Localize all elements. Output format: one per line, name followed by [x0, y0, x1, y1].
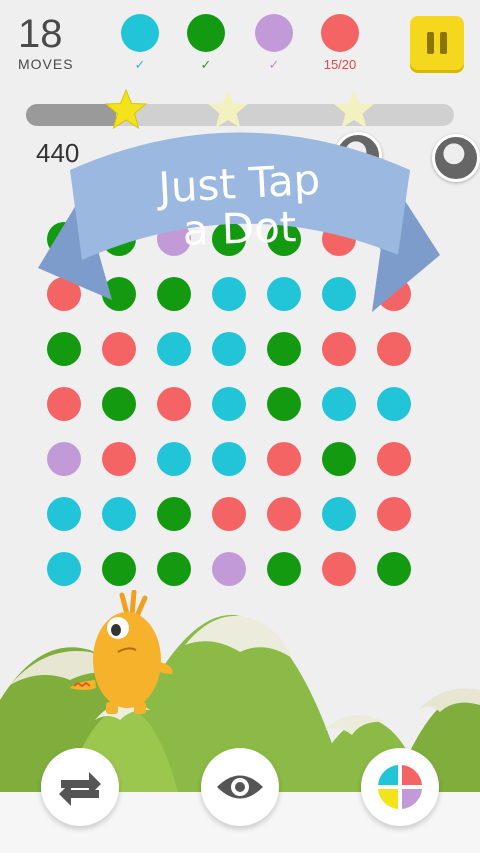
goal-status-purple: ✓ — [268, 57, 280, 72]
dot-green[interactable] — [157, 552, 191, 586]
goal-dot-red — [321, 14, 359, 52]
dot-green[interactable] — [102, 387, 136, 421]
dot-cyan[interactable] — [322, 497, 356, 531]
goal-status-red: 15/20 — [323, 57, 357, 72]
dot-red[interactable] — [267, 497, 301, 531]
dot-cyan[interactable] — [47, 497, 81, 531]
dot-red[interactable] — [102, 442, 136, 476]
shuffle-button[interactable] — [41, 748, 119, 826]
dot-red[interactable] — [157, 387, 191, 421]
goal-dot-cyan — [121, 14, 159, 52]
dot-green[interactable] — [47, 332, 81, 366]
dot-red[interactable] — [377, 442, 411, 476]
dot-red[interactable] — [377, 497, 411, 531]
dot-red[interactable] — [377, 277, 411, 311]
dot-green[interactable] — [102, 552, 136, 586]
score-value: 440 — [36, 138, 80, 168]
dot-purple[interactable] — [212, 552, 246, 586]
pause-icon — [427, 32, 434, 54]
pause-icon-bar — [440, 32, 447, 54]
moves-count: 18 — [18, 12, 63, 56]
dot-green[interactable] — [267, 552, 301, 586]
dot-cyan[interactable] — [157, 332, 191, 366]
color-quad-icon — [378, 765, 422, 809]
dot-cyan[interactable] — [212, 387, 246, 421]
goal-red: 15/20 — [310, 14, 370, 72]
dot-green[interactable] — [102, 222, 136, 256]
goal-status-green: ✓ — [200, 57, 212, 72]
dot-green[interactable] — [157, 497, 191, 531]
dot-cyan[interactable] — [47, 552, 81, 586]
dot-green[interactable] — [322, 442, 356, 476]
dot-cyan[interactable] — [267, 277, 301, 311]
expander-button[interactable] — [201, 748, 279, 826]
color-pick-button[interactable] — [361, 748, 439, 826]
friend-avatar-2[interactable] — [432, 134, 480, 182]
shuffle-arrows-icon — [59, 772, 101, 806]
dot-green[interactable] — [102, 277, 136, 311]
dot-cyan[interactable] — [322, 277, 356, 311]
goal-status-cyan: ✓ — [134, 57, 146, 72]
star-icon-1 — [104, 88, 148, 130]
dot-green[interactable] — [267, 222, 301, 256]
moves-label: MOVES — [18, 56, 74, 72]
dot-cyan[interactable] — [212, 332, 246, 366]
dot-purple[interactable] — [157, 222, 191, 256]
dot-red[interactable] — [377, 222, 411, 256]
star-icon-2 — [208, 90, 248, 128]
dot-cyan[interactable] — [102, 497, 136, 531]
dot-green[interactable] — [212, 222, 246, 256]
goal-dot-green — [187, 14, 225, 52]
goal-dot-purple — [255, 14, 293, 52]
dot-green[interactable] — [377, 552, 411, 586]
dot-green[interactable] — [47, 222, 81, 256]
dot-cyan[interactable] — [322, 387, 356, 421]
goal-purple: ✓ — [244, 14, 304, 72]
pause-button[interactable] — [410, 16, 464, 70]
dot-cyan[interactable] — [377, 387, 411, 421]
goal-cyan: ✓ — [110, 14, 170, 72]
banner-line-1: Just Tap — [154, 155, 321, 213]
dot-red[interactable] — [322, 222, 356, 256]
goal-green: ✓ — [176, 14, 236, 72]
dot-red[interactable] — [377, 332, 411, 366]
dot-red[interactable] — [47, 277, 81, 311]
dot-red[interactable] — [322, 552, 356, 586]
dot-red[interactable] — [212, 497, 246, 531]
dot-red[interactable] — [47, 387, 81, 421]
friend-avatar-1[interactable] — [334, 132, 382, 180]
dot-cyan[interactable] — [212, 442, 246, 476]
eye-icon — [217, 775, 263, 799]
dot-purple[interactable] — [47, 442, 81, 476]
score-progress-fill — [26, 104, 116, 126]
dot-green[interactable] — [267, 387, 301, 421]
dot-green[interactable] — [157, 277, 191, 311]
dot-cyan[interactable] — [212, 277, 246, 311]
dot-green[interactable] — [267, 332, 301, 366]
star-icon-3 — [334, 90, 374, 128]
dot-red[interactable] — [322, 332, 356, 366]
dot-red[interactable] — [267, 442, 301, 476]
dot-cyan[interactable] — [157, 442, 191, 476]
dot-red[interactable] — [102, 332, 136, 366]
